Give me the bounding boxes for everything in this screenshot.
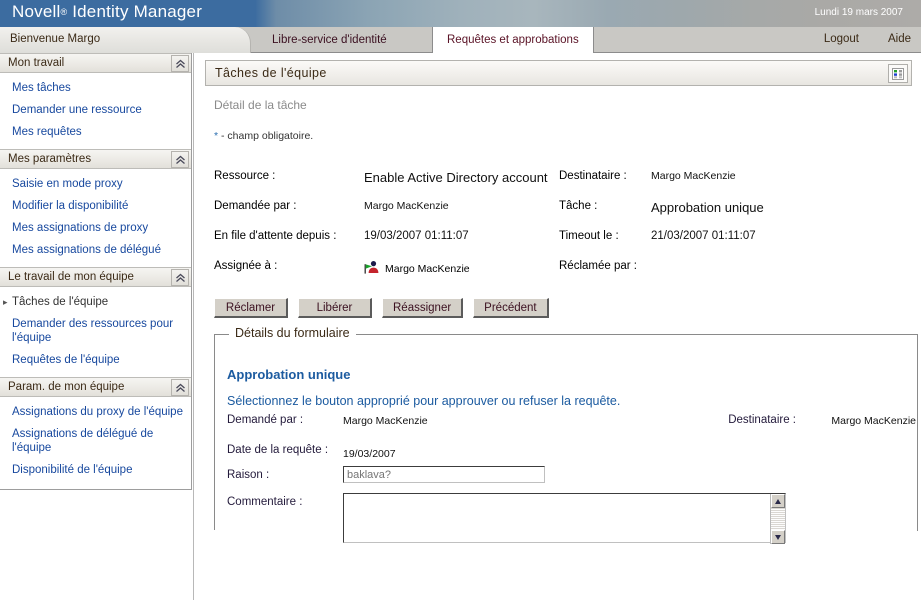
sidebar-item-assignations-du-proxy-de-lequipe[interactable]: Assignations du proxy de l'équipe [0,401,191,423]
required-note-text: - champ obligatoire. [218,130,314,142]
current-date: Lundi 19 mars 2007 [814,7,903,18]
welcome-message: Bienvenue Margo [10,33,101,45]
form-instruction: Sélectionnez le bouton approprié pour ap… [227,394,621,408]
chevron-up-double-icon[interactable] [171,151,189,168]
page-title: Tâches de l'équipe [215,66,327,80]
scrollbar-track[interactable] [771,508,785,530]
sidebar-section-header-my-settings: Mes paramètres [0,149,191,169]
comment-scrollbar[interactable] [770,494,785,544]
sidebar-item-mes-assignations-de-proxy[interactable]: Mes assignations de proxy [0,217,191,239]
form-label-demande-par: Demandé par : [227,414,304,426]
detail-value-timeout: 21/03/2007 01:11:07 [651,230,756,242]
form-label-commentaire: Commentaire : [227,496,303,508]
detail-value-en-file-dattente: 19/03/2007 01:11:07 [364,230,469,242]
task-detail-grid: Ressource : Enable Active Directory acco… [214,170,914,290]
chevron-up-double-icon[interactable] [171,269,189,286]
detail-value-tache: Approbation unique [651,200,764,215]
suite-name: Identity Manager [72,2,203,21]
sidebar-item-saisie-en-mode-proxy[interactable]: Saisie en mode proxy [0,173,191,195]
detail-label-reclamee-par: Réclamée par : [559,260,637,272]
back-button[interactable]: Précédent [473,298,549,318]
form-value-destinataire: Margo MacKenzie [831,415,916,427]
sidebar-item-modifier-la-disponibilite[interactable]: Modifier la disponibilité [0,195,191,217]
sidebar-section-header-team-settings: Param. de mon équipe [0,377,191,397]
detail-label-demandee-par: Demandée par : [214,200,297,212]
detail-value-ressource: Enable Active Directory account [364,170,548,185]
sidebar-links-my-work: Mes tâches Demander une ressource Mes re… [0,73,191,149]
detail-value-demandee-par: Margo MacKenzie [364,200,449,212]
app-banner: Novell® Identity Manager Lundi 19 mars 2… [0,0,921,27]
comment-textarea[interactable] [344,494,785,542]
sidebar-item-disponibilite-de-lequipe[interactable]: Disponibilité de l'équipe [0,459,191,481]
assignee-cell: Margo MacKenzie [364,260,470,277]
detail-row: En file d'attente depuis : 19/03/2007 01… [214,230,914,260]
scroll-down-arrow-icon[interactable] [771,530,785,544]
form-label-raison: Raison : [227,469,270,481]
form-value-date-requete: 19/03/2007 [343,448,396,460]
page-body: Mon travail Mes tâches Demander une ress… [0,53,921,600]
logout-link[interactable]: Logout [824,33,859,45]
reason-input[interactable] [343,466,545,483]
chevron-up-double-icon[interactable] [171,55,189,72]
fieldset-legend: Détails du formulaire [229,326,356,340]
task-action-buttons: Réclamer Libérer Réassigner Précédent [214,298,921,318]
comment-field-wrapper [343,493,786,544]
registered-mark: ® [60,7,68,17]
sidebar-item-demander-des-ressources-pour-lequipe[interactable]: Demander des ressources pour l'équipe [0,313,191,349]
sidebar-item-mes-assignations-de-delegue[interactable]: Mes assignations de délégué [0,239,191,261]
sidebar-links-team-settings: Assignations du proxy de l'équipe Assign… [0,397,191,487]
detail-label-destinataire: Destinataire : [559,170,627,182]
detail-row: Ressource : Enable Active Directory acco… [214,170,914,200]
form-heading: Approbation unique [227,367,351,382]
sidebar-section-title: Mes paramètres [8,153,92,165]
panel-header: Tâches de l'équipe [205,60,912,86]
detail-label-en-file-dattente: En file d'attente depuis : [214,230,337,242]
sidebar-section-title: Param. de mon équipe [8,381,125,393]
detail-value-destinataire: Margo MacKenzie [651,170,736,182]
sidebar-item-mes-requetes[interactable]: Mes requêtes [0,121,191,143]
sidebar: Mon travail Mes tâches Demander une ress… [0,53,192,490]
sidebar-links-team-work: Tâches de l'équipe Demander des ressourc… [0,287,191,377]
main-content: Tâches de l'équipe Détail de la tâche * … [205,53,921,600]
detail-label-ressource: Ressource : [214,170,276,182]
sidebar-section-header-team-work: Le travail de mon équipe [0,267,191,287]
detail-label-tache: Tâche : [559,200,598,212]
sidebar-links-my-settings: Saisie en mode proxy Modifier la disponi… [0,169,191,267]
claim-button[interactable]: Réclamer [214,298,288,318]
detail-row: Assignée à : Margo MacKenzie Réclamée pa… [214,260,914,290]
tab-identity-self-service[interactable]: Libre-service d'identité [258,27,401,53]
form-value-demande-par: Margo MacKenzie [343,415,428,427]
reassign-button[interactable]: Réassigner [382,298,464,318]
app-title: Novell® Identity Manager [12,2,202,22]
scroll-up-arrow-icon[interactable] [771,494,785,508]
release-button[interactable]: Libérer [298,298,372,318]
sidebar-section-header-my-work: Mon travail [0,53,191,73]
sidebar-item-assignations-de-delegue-de-lequipe[interactable]: Assignations de délégué de l'équipe [0,423,191,459]
form-details-fieldset: Détails du formulaire Approbation unique… [214,326,918,544]
sidebar-section-title: Le travail de mon équipe [8,271,134,283]
sidebar-item-demander-une-ressource[interactable]: Demander une ressource [0,99,191,121]
sidebar-item-requetes-de-lequipe[interactable]: Requêtes de l'équipe [0,349,191,371]
assignee-name: Margo MacKenzie [385,262,470,275]
sidebar-item-mes-taches[interactable]: Mes tâches [0,77,191,99]
user-flag-icon [364,260,380,277]
brand-name: Novell [12,2,61,21]
form-label-destinataire: Destinataire : [728,414,796,426]
required-field-note: * - champ obligatoire. [214,130,921,142]
tab-strip: Bienvenue Margo Libre-service d'identité… [0,27,921,53]
detail-label-timeout: Timeout le : [559,230,619,242]
tab-requests-and-approvals[interactable]: Requêtes et approbations [432,27,594,53]
sidebar-divider [193,53,194,600]
form-field-grid: Demandé par : Margo MacKenzie Destinatai… [215,412,918,544]
help-link[interactable]: Aide [888,33,911,45]
form-label-date-requete: Date de la requête : [227,444,329,456]
sidebar-item-taches-de-lequipe[interactable]: Tâches de l'équipe [0,291,191,313]
detail-label-assignee-a: Assignée à : [214,260,278,272]
chevron-up-double-icon[interactable] [171,379,189,396]
grid-view-icon[interactable] [888,64,908,83]
section-subtitle: Détail de la tâche [214,98,307,112]
detail-row: Demandée par : Margo MacKenzie Tâche : A… [214,200,914,230]
sidebar-section-title: Mon travail [8,57,65,69]
